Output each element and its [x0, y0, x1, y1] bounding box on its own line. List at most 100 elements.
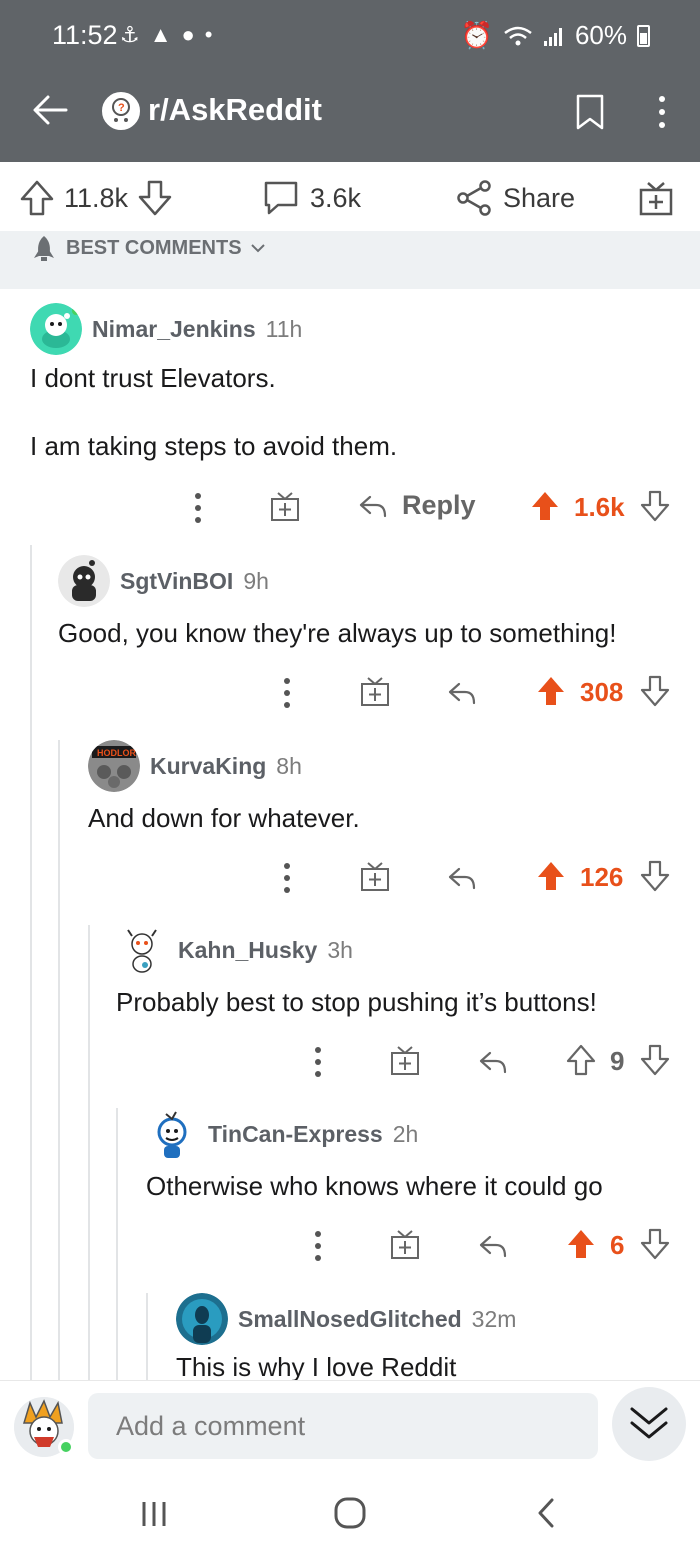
gift-icon[interactable]	[270, 490, 300, 522]
more-options-icon[interactable]	[308, 1044, 328, 1080]
post-vote-group: 11.8k	[20, 180, 172, 216]
comment-text: I dont trust Elevators. I am taking step…	[30, 363, 398, 461]
comment-score: 1.6k	[574, 492, 625, 522]
downvote-icon[interactable]	[640, 1044, 670, 1076]
askreddit-logo-icon: ?	[105, 95, 137, 127]
avatar[interactable]	[58, 555, 110, 607]
comment-header: TinCan-Express 2h	[146, 1108, 418, 1160]
avatar[interactable]: HODLOR	[88, 740, 140, 792]
comment-age: 11h	[265, 315, 303, 342]
app-header: 11:52 ⚓▲●• ⏰ 60% ? r/AskReddit	[0, 0, 700, 162]
reply-arrow-icon[interactable]	[478, 1234, 508, 1258]
comment: TinCan-Express 2h Otherwise who knows wh…	[0, 1108, 700, 1288]
status-time: 11:52	[52, 20, 118, 50]
reply-arrow-icon[interactable]	[447, 866, 477, 890]
comment: HODLOR KurvaKing 8h And down for whateve…	[0, 740, 700, 920]
signal-icon	[543, 27, 562, 46]
comment-score: 6	[610, 1230, 625, 1260]
subreddit-name[interactable]: r/AskReddit	[148, 92, 322, 128]
comment-text: Good, you know they're always up to some…	[58, 618, 617, 648]
upvote-icon[interactable]	[536, 860, 566, 892]
battery-icon	[637, 24, 650, 47]
reply-button[interactable]: Reply	[358, 490, 476, 521]
reply-arrow-icon[interactable]	[447, 681, 477, 705]
reply-arrow-icon	[359, 495, 387, 517]
collapse-button[interactable]	[612, 1387, 686, 1461]
share-label: Share	[503, 182, 576, 213]
username[interactable]: SmallNosedGlitched	[238, 1306, 462, 1333]
comment: Kahn_Husky 3h Probably best to stop push…	[0, 924, 700, 1104]
recent-apps-icon[interactable]	[138, 1498, 170, 1530]
status-right: ⏰ 60%	[461, 20, 650, 51]
username[interactable]: SgtVinBOI	[120, 568, 233, 595]
award-button[interactable]	[638, 180, 674, 216]
username[interactable]: Kahn_Husky	[178, 937, 317, 964]
bookmark-icon[interactable]	[575, 94, 605, 130]
comment-score: 126	[580, 862, 624, 892]
downvote-icon[interactable]	[640, 1228, 670, 1260]
more-options-icon[interactable]	[277, 860, 297, 896]
upvote-icon[interactable]	[566, 1044, 596, 1076]
comment-age: 2h	[392, 1120, 419, 1147]
username[interactable]: Nimar_Jenkins	[92, 316, 256, 343]
comment-header: Kahn_Husky 3h	[116, 924, 353, 976]
downvote-icon[interactable]	[640, 675, 670, 707]
gift-icon[interactable]	[360, 860, 390, 892]
downvote-icon[interactable]	[138, 180, 172, 216]
more-options-icon[interactable]	[308, 1228, 328, 1264]
gift-icon[interactable]	[390, 1228, 420, 1260]
avatar[interactable]	[176, 1293, 228, 1345]
comment-actions: 9	[0, 1044, 700, 1084]
rocket-icon	[34, 236, 54, 261]
svg-text:?: ?	[118, 102, 125, 114]
sort-label: BEST COMMENTS	[66, 236, 242, 259]
post-score: 11.8k	[64, 182, 129, 213]
avatar[interactable]	[146, 1108, 198, 1160]
svg-text:HODLOR: HODLOR	[97, 748, 136, 758]
reply-arrow-icon[interactable]	[478, 1050, 508, 1074]
comment-header: SgtVinBOI 9h	[58, 555, 269, 607]
back-arrow-icon[interactable]	[30, 90, 70, 130]
post-action-bar: 11.8k 3.6k Share	[0, 162, 700, 234]
downvote-icon[interactable]	[640, 860, 670, 892]
subreddit-avatar[interactable]: ?	[102, 92, 140, 130]
avatar[interactable]	[30, 303, 82, 355]
gift-icon[interactable]	[390, 1044, 420, 1076]
comment-header: Nimar_Jenkins 11h	[30, 303, 302, 355]
gift-icon[interactable]	[360, 675, 390, 707]
comment: Nimar_Jenkins 11h I dont trust Elevators…	[0, 298, 700, 538]
status-bar: 11:52 ⚓▲●• ⏰ 60%	[0, 0, 700, 72]
reply-label: Reply	[402, 490, 476, 520]
home-icon[interactable]	[333, 1496, 367, 1530]
wifi-icon	[504, 26, 532, 45]
back-icon[interactable]	[534, 1496, 558, 1530]
username[interactable]: KurvaKing	[150, 753, 266, 780]
comment-header: SmallNosedGlitched 32m	[176, 1293, 516, 1345]
username[interactable]: TinCan-Express	[208, 1121, 383, 1148]
sort-selector[interactable]: BEST COMMENTS	[30, 234, 266, 262]
avatar[interactable]	[116, 924, 168, 976]
alarm-icon: ⏰	[460, 20, 493, 50]
upvote-icon[interactable]	[20, 180, 54, 216]
upvote-icon[interactable]	[566, 1228, 596, 1260]
double-chevron-down-icon	[630, 1407, 668, 1439]
comment: SgtVinBOI 9h Good, you know they're alwa…	[0, 555, 700, 735]
online-status-dot	[58, 1439, 74, 1455]
comments-button[interactable]: 3.6k	[262, 180, 361, 216]
share-icon	[457, 180, 491, 216]
notification-icons: ⚓▲●•	[120, 22, 223, 47]
comment: SmallNosedGlitched 32m This is why I lov…	[0, 1293, 700, 1380]
more-options-icon[interactable]	[650, 94, 674, 130]
comment-count: 3.6k	[310, 182, 362, 213]
upvote-icon[interactable]	[530, 490, 560, 522]
downvote-icon[interactable]	[640, 490, 670, 522]
share-button[interactable]: Share	[455, 180, 575, 216]
upvote-icon[interactable]	[536, 675, 566, 707]
add-comment-input[interactable]: Add a comment	[88, 1393, 598, 1459]
more-options-icon[interactable]	[277, 675, 297, 711]
comment-score: 308	[580, 677, 624, 707]
comment-actions: Reply 1.6k	[0, 490, 700, 530]
more-options-icon[interactable]	[188, 490, 208, 526]
battery-percent: 60%	[574, 20, 627, 50]
comment-composer-bar: Add a comment	[0, 1380, 700, 1476]
